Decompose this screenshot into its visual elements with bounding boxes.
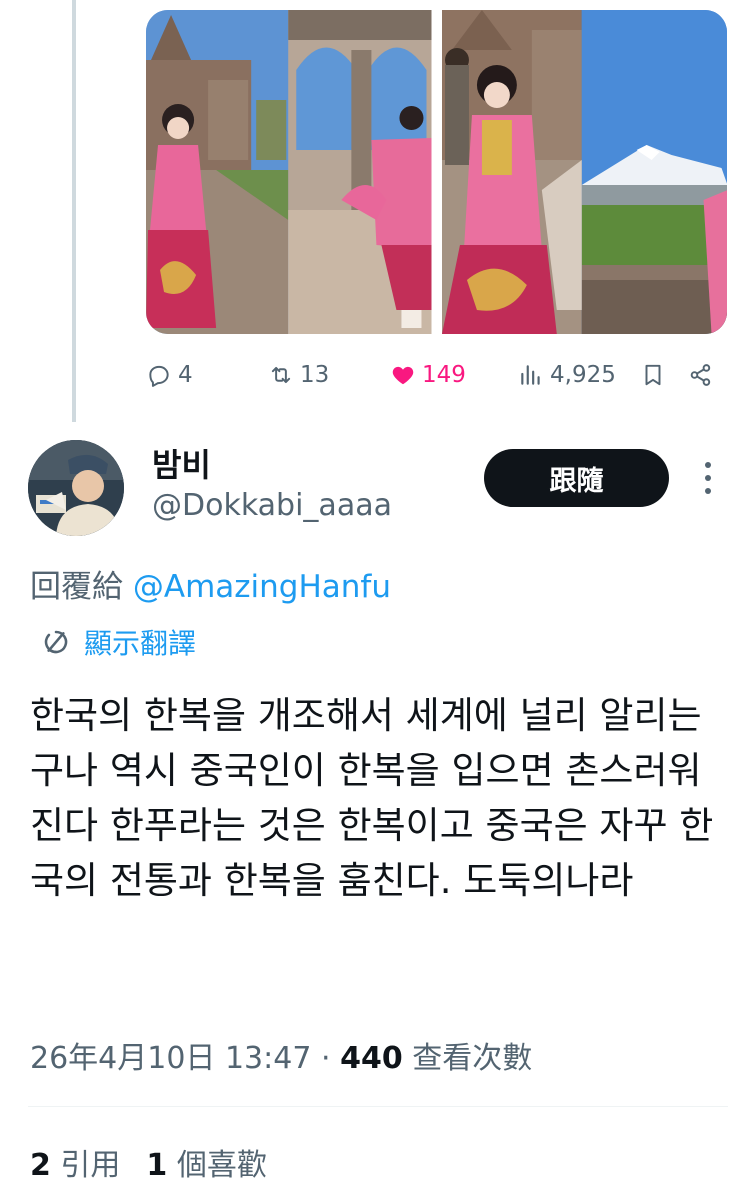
reply-count: 4 [178, 362, 193, 388]
share-button[interactable] [688, 355, 714, 395]
more-dot-icon [705, 462, 711, 468]
tweet-view-count: 440 [340, 1041, 403, 1076]
photo-left[interactable] [146, 10, 432, 334]
show-translation-button[interactable]: 顯示翻譯 [40, 622, 196, 662]
repost-icon [271, 366, 291, 384]
quotes-label: 引用 [60, 1148, 121, 1183]
reply-icon [149, 365, 169, 387]
more-options-button[interactable] [700, 458, 716, 498]
quotes-count: 2 [30, 1148, 51, 1183]
tweet-timestamp[interactable]: 26年4月10日 13:47 [30, 1041, 311, 1076]
more-dot-icon [705, 475, 711, 481]
reply-button[interactable]: 4 [146, 355, 193, 395]
tweet-text: 한국의 한복을 개조해서 세계에 널리 알리는구나 역시 중국인이 한복을 입으… [30, 694, 714, 902]
view-count: 4,925 [550, 362, 616, 388]
engagement-stats: 2 引用 1 個喜歡 [30, 1140, 267, 1184]
like-button[interactable]: 149 [390, 355, 466, 395]
author-avatar[interactable] [28, 440, 124, 536]
reply-prefix: 回覆給 [30, 569, 123, 605]
repost-button[interactable]: 13 [268, 355, 329, 395]
share-icon [690, 364, 711, 386]
replying-to: 回覆給 @AmazingHanfu [30, 561, 391, 606]
tweet-meta: 26年4月10日 13:47 · 440 查看次數 [30, 1033, 532, 1077]
reply-mention-link[interactable]: @AmazingHanfu [133, 569, 391, 605]
translate-icon [44, 630, 68, 654]
follow-button[interactable]: 跟隨 [484, 449, 669, 507]
translate-label: 顯示翻譯 [84, 627, 197, 660]
repost-count: 13 [300, 362, 330, 388]
quotes-stat[interactable]: 2 引用 [30, 1140, 120, 1184]
bookmark-button[interactable] [640, 355, 666, 395]
tweet-action-bar: 4 13 149 4,925 [0, 355, 755, 395]
more-dot-icon [705, 488, 711, 494]
bookmark-icon [645, 364, 661, 386]
analytics-bars-icon [521, 365, 540, 385]
like-count: 149 [422, 362, 466, 388]
author-handle[interactable]: @Dokkabi_aaaa [152, 488, 392, 523]
likes-stat[interactable]: 1 個喜歡 [146, 1140, 266, 1184]
divider [28, 1106, 728, 1107]
tweet-view-label: 查看次數 [412, 1041, 533, 1076]
likes-label: 個喜歡 [176, 1148, 267, 1183]
heart-filled-icon [392, 366, 414, 385]
media-grid[interactable] [146, 10, 727, 334]
meta-separator: · [320, 1041, 331, 1076]
views-button[interactable]: 4,925 [518, 355, 616, 395]
likes-count: 1 [146, 1148, 168, 1183]
photo-right[interactable] [441, 10, 727, 334]
author-display-name[interactable]: 밤비 [152, 440, 211, 486]
